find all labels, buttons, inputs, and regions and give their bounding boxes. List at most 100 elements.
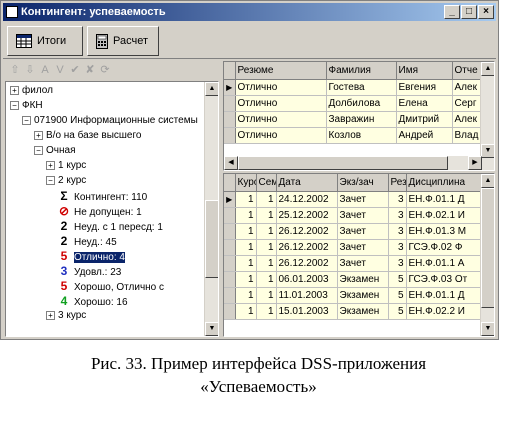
scroll-left-button[interactable]: ◀: [224, 156, 238, 170]
column-header[interactable]: Отче: [452, 62, 483, 80]
table-cell[interactable]: Зачет: [337, 239, 389, 256]
minimize-button[interactable]: _: [444, 5, 460, 19]
table-cell[interactable]: Долбилова: [326, 95, 397, 112]
table-cell[interactable]: 1: [256, 255, 277, 272]
tree-node[interactable]: 5 Отлично: 4: [58, 249, 125, 263]
scroll-up-button[interactable]: ▲: [481, 62, 494, 76]
scroll-down-button[interactable]: ▼: [481, 322, 494, 336]
column-header[interactable]: Дисциплина: [406, 174, 483, 192]
table-cell[interactable]: 1: [235, 207, 257, 224]
table-cell[interactable]: Елена: [396, 95, 453, 112]
row-indicator[interactable]: [224, 95, 236, 112]
row-indicator[interactable]: [224, 127, 236, 144]
totals-button[interactable]: Итоги: [7, 26, 83, 56]
column-header[interactable]: Курс: [235, 174, 257, 192]
tree-node[interactable]: 3 Удовл.: 23: [58, 264, 122, 278]
refresh-icon[interactable]: ⟳: [99, 64, 111, 76]
table-cell[interactable]: ЕН.Ф.01.3 М: [406, 223, 483, 240]
expand-icon[interactable]: +: [10, 85, 19, 95]
row-indicator[interactable]: [224, 223, 236, 240]
table-cell[interactable]: 1: [235, 223, 257, 240]
table-cell[interactable]: Отлично: [235, 111, 327, 128]
tree-node[interactable]: −2 курс: [46, 174, 86, 188]
table-cell[interactable]: Алек: [452, 79, 483, 96]
column-header[interactable]: Дата: [276, 174, 338, 192]
table-cell[interactable]: 3: [388, 191, 407, 208]
table-cell[interactable]: Зачет: [337, 191, 389, 208]
row-indicator[interactable]: [224, 271, 236, 288]
table-cell[interactable]: ЕН.Ф.02.2 И: [406, 303, 483, 320]
table-cell[interactable]: 26.12.2002: [276, 239, 338, 256]
table-cell[interactable]: 3: [388, 239, 407, 256]
scroll-right-button[interactable]: ▶: [468, 156, 482, 170]
collapse-icon[interactable]: −: [34, 145, 43, 155]
move-down-icon[interactable]: ⇩: [24, 64, 36, 76]
table-cell[interactable]: 1: [235, 191, 257, 208]
table-cell[interactable]: 1: [256, 271, 277, 288]
tree-node[interactable]: ⊘ Не допущен: 1: [58, 204, 142, 218]
tree-node[interactable]: +1 курс: [46, 159, 86, 173]
expand-icon[interactable]: +: [46, 160, 55, 170]
tree-node[interactable]: 2 Неуд.: 45: [58, 234, 117, 248]
collapse-icon[interactable]: −: [10, 100, 19, 110]
column-header[interactable]: Фамилия: [326, 62, 397, 80]
table-row[interactable]: 1 1 06.01.2003 Экзамен 5 ГСЭ.Ф.03 От: [224, 271, 483, 288]
column-header[interactable]: Сем: [256, 174, 277, 192]
table-cell[interactable]: ЕН.Ф.01.1 Д: [406, 191, 483, 208]
move-up-icon[interactable]: ⇧: [9, 64, 21, 76]
table-row[interactable]: Отлично Завражин Дмитрий Алек: [224, 111, 483, 128]
table-cell[interactable]: 1: [256, 287, 277, 304]
table-row[interactable]: 1 1 11.01.2003 Экзамен 5 ЕН.Ф.01.1 Д: [224, 287, 483, 304]
table-cell[interactable]: Отлично: [235, 127, 327, 144]
column-header[interactable]: Имя: [396, 62, 453, 80]
table-cell[interactable]: Отлично: [235, 79, 327, 96]
scroll-down-button[interactable]: ▼: [481, 144, 494, 158]
table-cell[interactable]: 11.01.2003: [276, 287, 338, 304]
row-indicator[interactable]: [224, 207, 236, 224]
table-cell[interactable]: 1: [256, 303, 277, 320]
table-cell[interactable]: 3: [388, 255, 407, 272]
table-cell[interactable]: Завражин: [326, 111, 397, 128]
column-header[interactable]: Резюме: [235, 62, 327, 80]
table-cell[interactable]: ЕН.Ф.01.1 А: [406, 255, 483, 272]
table-cell[interactable]: 25.12.2002: [276, 207, 338, 224]
calculate-button[interactable]: Расчет: [87, 26, 159, 56]
table-cell[interactable]: 5: [388, 271, 407, 288]
grades-vertical-scrollbar[interactable]: ▲ ▼: [480, 174, 494, 336]
tree-node[interactable]: 2 Неуд. с 1 пересд: 1: [58, 219, 163, 233]
row-indicator[interactable]: [224, 239, 236, 256]
table-row[interactable]: ▶ 1 1 24.12.2002 Зачет 3 ЕН.Ф.01.1 Д: [224, 191, 483, 208]
tree-node[interactable]: +3 курс: [46, 309, 86, 323]
table-cell[interactable]: 24.12.2002: [276, 191, 338, 208]
tree-node[interactable]: + филол: [10, 84, 53, 98]
table-cell[interactable]: Отлично: [235, 95, 327, 112]
tree-node[interactable]: + В/о на базе высшего: [34, 129, 141, 143]
table-row[interactable]: Отлично Козлов Андрей Влад: [224, 127, 483, 144]
table-cell[interactable]: Дмитрий: [396, 111, 453, 128]
expand-icon[interactable]: +: [46, 310, 55, 320]
tree-node[interactable]: −071900 Информационные системы: [22, 114, 198, 128]
students-horizontal-scrollbar[interactable]: ◀ ▶: [224, 156, 482, 170]
table-row[interactable]: 1 1 26.12.2002 Зачет 3 ЕН.Ф.01.1 А: [224, 255, 483, 272]
row-indicator[interactable]: [224, 255, 236, 272]
table-cell[interactable]: ГСЭ.Ф.03 От: [406, 271, 483, 288]
scroll-down-button[interactable]: ▼: [205, 322, 218, 336]
scroll-up-button[interactable]: ▲: [481, 174, 494, 188]
tree-view[interactable]: + филол − ФКН −071900 Информационные системы…: [5, 81, 219, 337]
table-row[interactable]: Отлично Долбилова Елена Серг: [224, 95, 483, 112]
table-cell[interactable]: 3: [388, 207, 407, 224]
grades-grid[interactable]: КурсСемДатаЭкз/зачРезаДисциплина ▶1124.1…: [223, 173, 495, 337]
tree-node[interactable]: − ФКН: [10, 99, 43, 113]
row-indicator[interactable]: [224, 287, 236, 304]
maximize-button[interactable]: □: [461, 5, 477, 19]
table-cell[interactable]: 1: [256, 207, 277, 224]
table-row[interactable]: 1 1 15.01.2003 Экзамен 5 ЕН.Ф.02.2 И: [224, 303, 483, 320]
table-cell[interactable]: 06.01.2003: [276, 271, 338, 288]
table-cell[interactable]: ГСЭ.Ф.02 Ф: [406, 239, 483, 256]
current-row-indicator-icon[interactable]: ▶: [224, 79, 236, 96]
table-row[interactable]: 1 1 25.12.2002 Зачет 3 ЕН.Ф.02.1 И: [224, 207, 483, 224]
table-row[interactable]: 1 1 26.12.2002 Зачет 3 ЕН.Ф.01.3 М: [224, 223, 483, 240]
table-cell[interactable]: 1: [235, 255, 257, 272]
table-cell[interactable]: 1: [235, 271, 257, 288]
table-row[interactable]: ▶ Отлично Гостева Евгения Алек: [224, 79, 483, 96]
